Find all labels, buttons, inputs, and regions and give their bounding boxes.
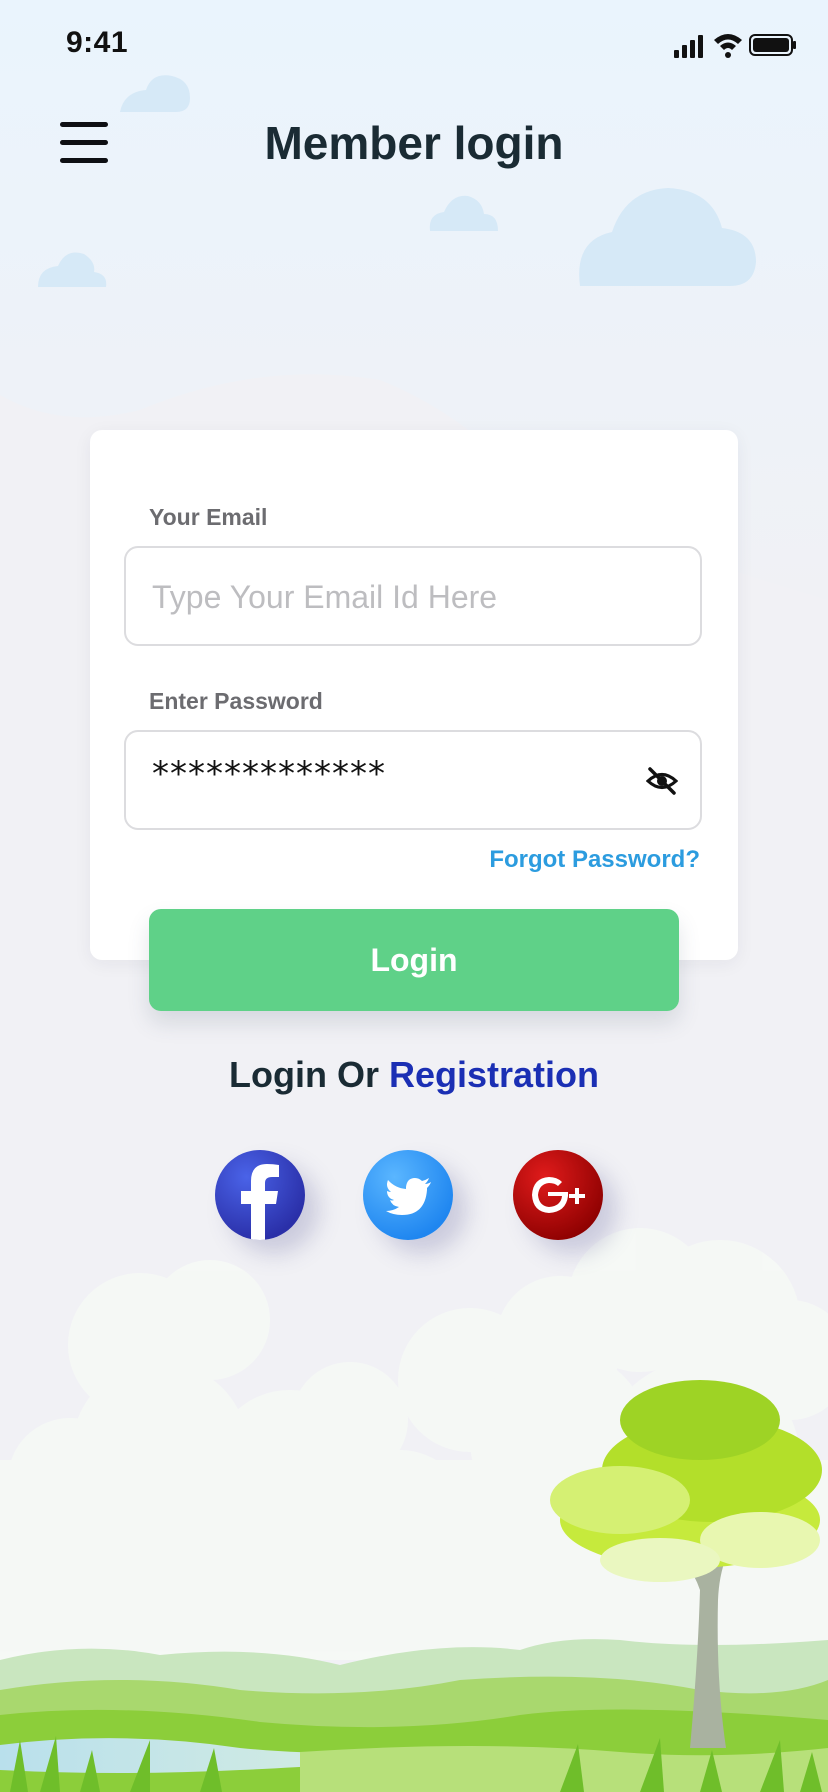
- page-title: Member login: [264, 117, 564, 169]
- password-label: Enter Password: [149, 688, 323, 714]
- google-plus-login-button[interactable]: [513, 1150, 603, 1240]
- email-input[interactable]: [150, 548, 654, 646]
- google-plus-icon: [532, 1177, 585, 1213]
- status-time: 9:41: [66, 26, 129, 59]
- facebook-icon: [241, 1164, 279, 1240]
- twitter-login-button[interactable]: [363, 1150, 453, 1240]
- login-or-text: Login Or: [228, 1054, 379, 1095]
- battery-icon: [749, 34, 796, 56]
- login-button[interactable]: Login: [149, 909, 679, 1011]
- facebook-login-button[interactable]: [215, 1150, 305, 1240]
- email-field-container: [124, 546, 702, 646]
- status-bar: 9:41: [0, 0, 828, 90]
- signal-icon: [674, 35, 703, 58]
- forgot-password-link[interactable]: Forgot Password?: [489, 846, 700, 874]
- wifi-icon: [714, 34, 742, 58]
- status-icons: [674, 34, 796, 58]
- password-value[interactable]: *************: [152, 754, 386, 794]
- login-or-registration: Login Or Registration: [0, 1054, 828, 1096]
- hide-password-icon[interactable]: [646, 766, 678, 796]
- twitter-icon: [386, 1178, 431, 1215]
- email-label: Your Email: [149, 504, 268, 530]
- password-field[interactable]: *************: [124, 730, 702, 830]
- registration-link[interactable]: Registration: [389, 1054, 599, 1095]
